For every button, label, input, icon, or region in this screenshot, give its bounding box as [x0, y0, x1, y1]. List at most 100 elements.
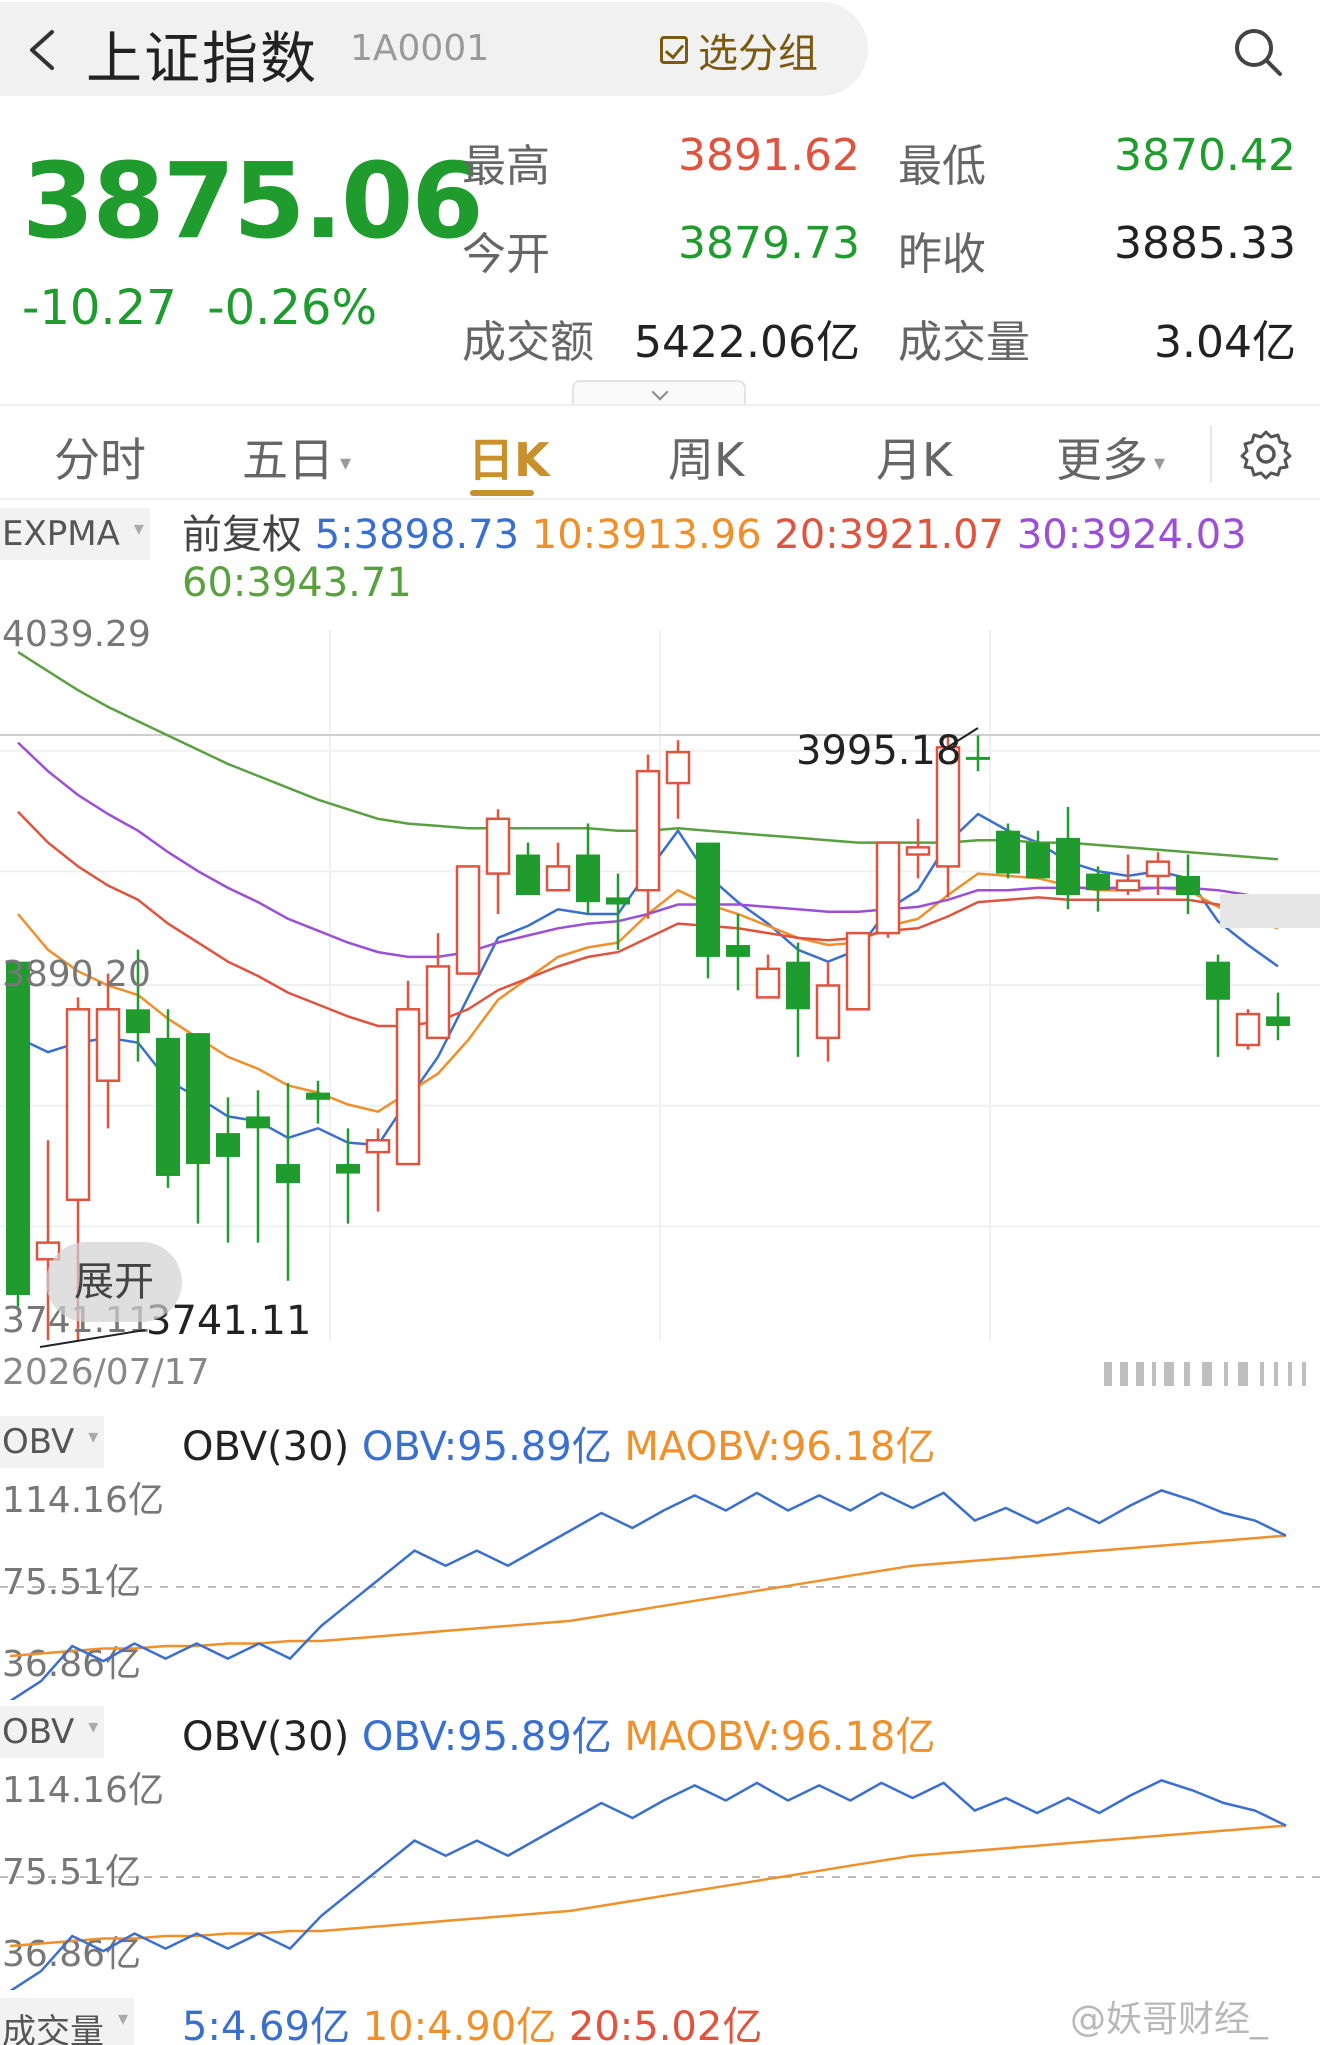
expand-button[interactable]: 展开: [46, 1242, 182, 1322]
candle: [485, 809, 511, 915]
legend-ema30: 30:3924.03: [1016, 512, 1247, 558]
candle: [1176, 854, 1200, 915]
obv-value-1: OBV:95.89亿: [361, 1424, 612, 1470]
candle: [276, 1083, 300, 1281]
obv-params-1: OBV(30): [182, 1424, 350, 1470]
checkbox-icon: [660, 36, 688, 64]
stat-value-volume: 3.04亿: [1154, 317, 1296, 368]
back-arrow-icon[interactable]: [22, 26, 62, 74]
maobv-value-2: MAOBV:96.18亿: [624, 1714, 936, 1760]
active-tab-indicator: [470, 490, 534, 496]
stat-label-open: 今开: [462, 229, 550, 280]
select-group-label: 选分组: [698, 31, 818, 77]
indicator-selector-volume[interactable]: 成交量: [0, 1998, 134, 2045]
candle: [786, 942, 810, 1057]
candle: [1026, 830, 1050, 879]
candle: [665, 740, 691, 819]
candle: [545, 842, 571, 892]
stock-code: 1A0001: [350, 28, 490, 69]
candle: [726, 914, 750, 991]
price-change: -10.27 -0.26%: [22, 280, 377, 336]
candle: [1266, 992, 1290, 1041]
candle: [156, 1009, 180, 1188]
stat-label-volume: 成交量: [898, 317, 1030, 368]
obv-2-y-mid: 75.51亿: [2, 1852, 141, 1893]
candle: [516, 842, 540, 895]
tab-intraday[interactable]: 分时: [54, 424, 146, 490]
obv-line: [9, 1779, 1287, 1990]
obv-chart-1[interactable]: 114.16亿 75.51亿 36.86亿: [0, 1470, 1320, 1700]
candle: [1056, 806, 1080, 910]
chart-date: 2026/07/17: [2, 1352, 210, 1393]
obv-chart-2[interactable]: 114.16亿 75.51亿 36.86亿: [0, 1760, 1320, 1990]
header: 上证指数 1A0001 选分组: [0, 0, 1320, 100]
candle: [966, 735, 990, 772]
tab-divider: [1210, 426, 1212, 482]
candle: [1206, 954, 1230, 1057]
candle: [455, 865, 481, 975]
volume-ma20: 20:5.02亿: [568, 2004, 763, 2045]
maobv-value-1: MAOBV:96.18亿: [624, 1424, 936, 1470]
y-axis-max-label: 4039.29: [2, 614, 151, 655]
indicator-selector-obv-1[interactable]: OBV: [0, 1416, 105, 1468]
indicator-selector-obv-2[interactable]: OBV: [0, 1706, 105, 1758]
obv-2-y-max: 114.16亿: [2, 1770, 164, 1811]
candle: [1235, 1009, 1261, 1050]
expand-stats-toggle[interactable]: [572, 380, 746, 406]
candle: [576, 823, 600, 915]
search-icon[interactable]: [1232, 26, 1284, 78]
gear-icon[interactable]: [1240, 428, 1292, 480]
candle: [216, 1097, 240, 1243]
candle: [6, 961, 30, 1307]
candle: [246, 1090, 270, 1243]
candle: [306, 1080, 330, 1124]
obv-1-y-mid: 75.51亿: [2, 1562, 141, 1603]
maobv-line: [9, 1534, 1287, 1658]
stat-value-open: 3879.73: [678, 218, 860, 269]
expma-legend: 前复权 5:3898.73 10:3913.96 20:3921.07 30:3…: [182, 502, 1247, 560]
candle: [996, 823, 1020, 879]
legend-ema10: 10:3913.96: [531, 512, 762, 558]
y-axis-mid-label: 3890.20: [2, 954, 151, 995]
stat-label-low: 最低: [898, 141, 986, 192]
stat-value-turnover: 5422.06亿: [634, 317, 860, 368]
tab-weekly-k[interactable]: 周K: [668, 424, 744, 490]
adjust-mode[interactable]: 前复权: [182, 512, 302, 558]
chart-scrollbar[interactable]: [1104, 1358, 1320, 1390]
tab-monthly-k[interactable]: 月K: [876, 424, 952, 490]
legend-ema60: 60:3943.71: [182, 560, 412, 606]
select-group-button[interactable]: 选分组: [660, 22, 818, 78]
stat-value-low: 3870.42: [1114, 130, 1296, 181]
candle: [395, 980, 421, 1166]
tab-five-day[interactable]: 五日 ▾: [242, 424, 351, 490]
tab-daily-k[interactable]: 日K: [468, 424, 550, 490]
candle: [696, 842, 720, 979]
volume-ma5: 5:4.69亿: [182, 2004, 350, 2045]
candle: [845, 931, 871, 1011]
candle: [875, 841, 901, 938]
last-price-tag: [1220, 894, 1320, 928]
page-title: 上证指数: [86, 27, 318, 92]
kline-grid: [0, 630, 1320, 1340]
obv-line: [9, 1489, 1287, 1700]
change-percent: -0.26%: [207, 280, 378, 336]
maobv-line: [9, 1824, 1287, 1948]
candle: [186, 1033, 210, 1224]
legend-ema20: 20:3921.07: [774, 512, 1005, 558]
candle: [365, 1128, 391, 1212]
obv-legend-2: OBV(30) OBV:95.89亿 MAOBV:96.18亿: [182, 1704, 935, 1762]
indicator-selector-expma[interactable]: EXPMA: [0, 508, 150, 560]
candle: [425, 933, 451, 1040]
kline-chart[interactable]: 4039.29 3890.20 3741.11 3741.11 3995.18: [0, 612, 1320, 1352]
high-marker-label: 3995.18: [796, 728, 961, 774]
candle: [635, 754, 661, 919]
watermark: @妖哥财经_: [1070, 1999, 1269, 2040]
candle: [905, 818, 931, 879]
tab-more[interactable]: 更多 ▾: [1056, 424, 1165, 490]
obv-value-2: OBV:95.89亿: [361, 1714, 612, 1760]
stat-label-turnover: 成交额: [462, 317, 594, 368]
volume-legend: 5:4.69亿 10:4.90亿 20:5.02亿: [182, 1994, 762, 2045]
current-price: 3875.06: [22, 140, 484, 262]
candle: [755, 954, 781, 999]
stat-label-prev-close: 昨收: [898, 229, 986, 280]
